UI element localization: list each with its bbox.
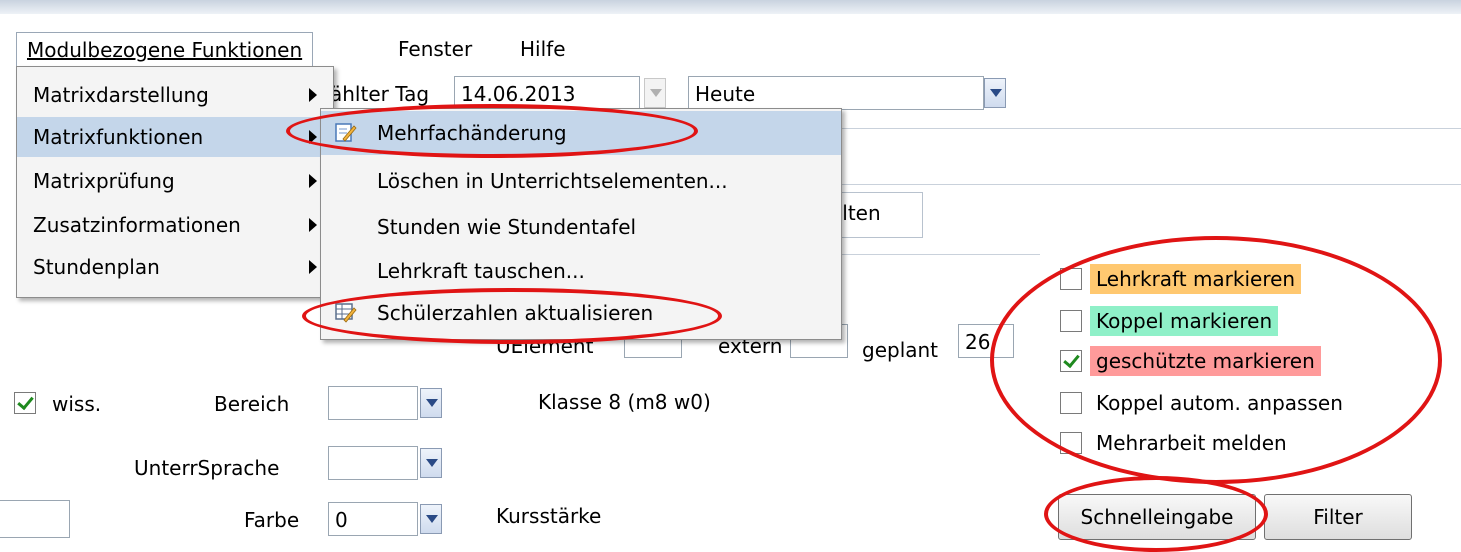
klasse-text: Klasse 8 (m8 w0)	[538, 390, 711, 414]
menu-item-mehrfachaenderung[interactable]: Mehrfachänderung	[321, 111, 841, 155]
menu-bar: Modulbezogene Funktionen Fenster Hilfe	[0, 14, 1461, 68]
geplant-label: geplant	[862, 338, 939, 362]
menu-fenster[interactable]: Fenster	[398, 34, 472, 64]
koppel-autom-anpassen-checkbox[interactable]	[1060, 392, 1082, 414]
submenu-arrow-icon	[309, 88, 317, 102]
menu-item-zusatzinformationen[interactable]: Zusatzinformationen	[17, 205, 333, 245]
menu-item-label: Stundenplan	[33, 255, 160, 279]
unterrsprache-label: UnterrSprache	[134, 456, 280, 480]
day-label: ählter Tag	[330, 82, 430, 106]
window-title-strip	[0, 0, 1461, 15]
menu-item-label: Matrixfunktionen	[33, 125, 204, 149]
day-dropdown-button[interactable]	[644, 78, 666, 108]
farbe-select[interactable]: 0	[328, 502, 418, 536]
farbe-label: Farbe	[244, 508, 300, 532]
modulbezogene-menu: Matrixdarstellung Matrixfunktionen Matri…	[16, 66, 334, 298]
menu-item-schuelerzahlen-aktualisieren[interactable]: Schülerzahlen aktualisieren	[321, 291, 841, 335]
menu-item-matrixpruefung[interactable]: Matrixprüfung	[17, 161, 333, 201]
menu-item-loeschen[interactable]: Löschen in Unterrichtselementen...	[321, 159, 841, 203]
wiss-checkbox[interactable]	[14, 392, 36, 414]
menu-item-lehrkraft-tauschen[interactable]: Lehrkraft tauschen...	[321, 249, 841, 293]
wiss-label: wiss.	[52, 392, 102, 416]
menu-item-stunden-wie-stundentafel[interactable]: Stunden wie Stundentafel	[321, 205, 841, 249]
menu-item-label: Löschen in Unterrichtselementen...	[377, 169, 728, 193]
schnelleingabe-button[interactable]: Schnelleingabe	[1058, 494, 1256, 540]
separator-line	[840, 254, 1040, 255]
koppel-autom-anpassen-label: Koppel autom. anpassen	[1096, 391, 1343, 415]
menu-label-modulbezogene: Modulbezogene Funktionen	[27, 38, 303, 62]
menu-hilfe[interactable]: Hilfe	[520, 34, 566, 64]
table-pencil-icon	[335, 303, 357, 323]
menu-item-label: Mehrfachänderung	[377, 121, 567, 145]
geplant-input[interactable]: 26	[958, 324, 1014, 358]
period-dropdown-button[interactable]	[984, 78, 1006, 108]
matrixfunktionen-submenu: Mehrfachänderung Löschen in Unterrichtse…	[320, 108, 842, 340]
menu-item-label: Zusatzinformationen	[33, 213, 241, 237]
menu-item-stundenplan[interactable]: Stundenplan	[17, 247, 333, 287]
bereich-dropdown-button[interactable]	[420, 388, 442, 418]
submenu-arrow-icon	[309, 130, 317, 144]
lehrkraft-markieren-label: Lehrkraft markieren	[1090, 264, 1302, 294]
unterrsprache-select[interactable]	[328, 446, 418, 480]
separator-line	[840, 184, 1461, 185]
submenu-arrow-icon	[309, 260, 317, 274]
koppel-markieren-label: Koppel markieren	[1090, 306, 1279, 336]
menu-label-fenster: Fenster	[398, 37, 473, 61]
unterrsprache-dropdown-button[interactable]	[420, 448, 442, 478]
day-input[interactable]: 14.06.2013	[454, 76, 640, 110]
koppel-markieren-checkbox[interactable]	[1060, 310, 1082, 332]
geschuetzte-markieren-checkbox[interactable]	[1060, 350, 1082, 372]
menu-item-label: Matrixprüfung	[33, 169, 175, 193]
menu-modulbezogene-funktionen[interactable]: Modulbezogene Funktionen	[16, 32, 314, 68]
lehrkraft-markieren-checkbox[interactable]	[1060, 268, 1082, 290]
menu-item-matrixdarstellung[interactable]: Matrixdarstellung	[17, 75, 333, 115]
filter-button[interactable]: Filter	[1264, 494, 1412, 540]
geschuetzte-markieren-label: geschützte markieren	[1090, 346, 1321, 376]
menu-item-matrixfunktionen[interactable]: Matrixfunktionen	[17, 117, 333, 157]
menu-item-label: Lehrkraft tauschen...	[377, 259, 585, 283]
menu-item-label: Stunden wie Stundentafel	[377, 215, 637, 239]
period-select[interactable]: Heute	[688, 76, 984, 110]
menu-item-label: Schülerzahlen aktualisieren	[377, 301, 654, 325]
bereich-label: Bereich	[214, 392, 290, 416]
menu-item-label: Matrixdarstellung	[33, 83, 209, 107]
kursstaerke-label: Kursstärke	[496, 504, 602, 528]
submenu-arrow-icon	[309, 174, 317, 188]
menu-label-hilfe: Hilfe	[520, 37, 566, 61]
edit-pencil-icon	[335, 123, 357, 142]
separator-line	[840, 128, 1461, 129]
submenu-arrow-icon	[309, 218, 317, 232]
left-cut-input[interactable]	[0, 500, 70, 538]
farbe-dropdown-button[interactable]	[420, 504, 442, 534]
mehrarbeit-melden-checkbox[interactable]	[1060, 432, 1082, 454]
bereich-select[interactable]	[328, 386, 418, 420]
mehrarbeit-melden-label: Mehrarbeit melden	[1096, 431, 1287, 455]
